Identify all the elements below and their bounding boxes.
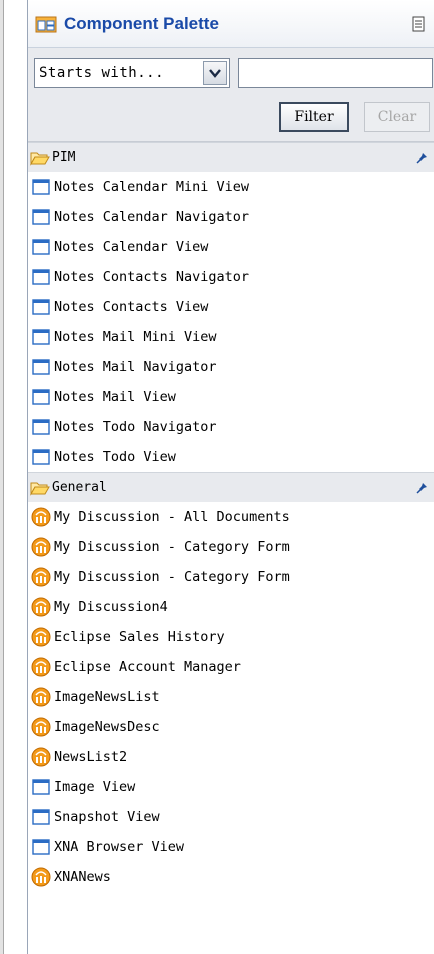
view-window-icon: [31, 177, 51, 197]
view-window-icon: [31, 777, 51, 797]
feed-icon: [31, 747, 51, 767]
list-item[interactable]: Eclipse Account Manager: [28, 652, 434, 682]
feed-icon: [31, 507, 51, 527]
item-label: ImageNewsList: [54, 689, 160, 705]
view-menu-icon[interactable]: [410, 15, 428, 33]
palette-titlebar: Component Palette: [28, 0, 434, 48]
feed-icon: [31, 597, 51, 617]
item-label: Image View: [54, 779, 136, 795]
list-item[interactable]: My Discussion - Category Form: [28, 562, 434, 592]
view-window-icon: [31, 267, 51, 287]
list-item[interactable]: Notes Mail View: [28, 382, 434, 412]
item-label: Notes Mail View: [54, 389, 176, 405]
list-item[interactable]: Eclipse Sales History: [28, 622, 434, 652]
filter-text-input[interactable]: [238, 58, 433, 88]
item-label: My Discussion4: [54, 599, 168, 615]
feed-icon: [31, 627, 51, 647]
list-item[interactable]: Notes Calendar Navigator: [28, 202, 434, 232]
category-label: General: [52, 480, 107, 495]
filter-button[interactable]: Filter: [279, 102, 349, 132]
left-editor-edge: [0, 0, 4, 954]
list-item[interactable]: Notes Contacts View: [28, 292, 434, 322]
item-label: My Discussion - Category Form: [54, 539, 290, 555]
list-item[interactable]: Snapshot View: [28, 802, 434, 832]
view-window-icon: [31, 297, 51, 317]
component-palette: Component Palette Starts with... Filter …: [27, 0, 434, 954]
list-item[interactable]: Notes Todo Navigator: [28, 412, 434, 442]
list-item[interactable]: Notes Todo View: [28, 442, 434, 472]
folder-open-icon: [29, 479, 51, 497]
view-window-icon: [31, 237, 51, 257]
list-item[interactable]: Notes Mail Navigator: [28, 352, 434, 382]
item-label: Eclipse Sales History: [54, 629, 225, 645]
item-label: Notes Calendar Navigator: [54, 209, 250, 225]
view-window-icon: [31, 387, 51, 407]
chevron-down-icon[interactable]: [203, 61, 227, 85]
list-item[interactable]: ImageNewsList: [28, 682, 434, 712]
item-label: ImageNewsDesc: [54, 719, 160, 735]
category-general-header[interactable]: General: [28, 472, 434, 502]
filter-bar: Starts with... Filter Clear: [28, 48, 434, 142]
item-label: Notes Calendar Mini View: [54, 179, 250, 195]
item-label: Notes Contacts View: [54, 299, 209, 315]
feed-icon: [31, 867, 51, 887]
list-item[interactable]: XNANews: [28, 862, 434, 892]
list-item[interactable]: My Discussion4: [28, 592, 434, 622]
list-item[interactable]: ImageNewsDesc: [28, 712, 434, 742]
folder-open-icon: [29, 149, 51, 167]
category-pim-header[interactable]: PIM: [28, 142, 434, 172]
match-mode-select[interactable]: Starts with...: [34, 58, 230, 88]
item-label: Notes Contacts Navigator: [54, 269, 250, 285]
item-label: XNANews: [54, 869, 111, 885]
feed-icon: [31, 537, 51, 557]
list-item[interactable]: NewsList2: [28, 742, 434, 772]
feed-icon: [31, 657, 51, 677]
pin-icon[interactable]: [414, 480, 430, 496]
view-window-icon: [31, 417, 51, 437]
item-label: NewsList2: [54, 749, 128, 765]
list-item[interactable]: My Discussion - All Documents: [28, 502, 434, 532]
feed-icon: [31, 567, 51, 587]
view-window-icon: [31, 837, 51, 857]
item-label: Notes Mail Mini View: [54, 329, 217, 345]
palette-title: Component Palette: [64, 13, 219, 33]
item-label: My Discussion - All Documents: [54, 509, 290, 525]
view-window-icon: [31, 447, 51, 467]
list-item[interactable]: Notes Calendar Mini View: [28, 172, 434, 202]
view-window-icon: [31, 327, 51, 347]
view-window-icon: [31, 807, 51, 827]
item-label: Snapshot View: [54, 809, 160, 825]
match-mode-value: Starts with...: [39, 65, 165, 81]
item-label: Eclipse Account Manager: [54, 659, 241, 675]
category-pim-list: Notes Calendar Mini View Notes Calendar …: [28, 172, 434, 472]
clear-button[interactable]: Clear: [364, 102, 430, 132]
item-label: Notes Todo Navigator: [54, 419, 217, 435]
pin-icon[interactable]: [414, 150, 430, 166]
list-item[interactable]: XNA Browser View: [28, 832, 434, 862]
item-label: XNA Browser View: [54, 839, 185, 855]
item-label: My Discussion - Category Form: [54, 569, 290, 585]
item-label: Notes Todo View: [54, 449, 176, 465]
item-label: Notes Mail Navigator: [54, 359, 217, 375]
category-general-list: My Discussion - All Documents My Discuss…: [28, 502, 434, 892]
list-item[interactable]: Notes Contacts Navigator: [28, 262, 434, 292]
palette-icon: [34, 14, 58, 34]
view-window-icon: [31, 207, 51, 227]
list-item[interactable]: Image View: [28, 772, 434, 802]
feed-icon: [31, 717, 51, 737]
list-item[interactable]: Notes Mail Mini View: [28, 322, 434, 352]
list-item[interactable]: Notes Calendar View: [28, 232, 434, 262]
feed-icon: [31, 687, 51, 707]
item-label: Notes Calendar View: [54, 239, 209, 255]
view-window-icon: [31, 357, 51, 377]
category-label: PIM: [52, 150, 76, 165]
list-item[interactable]: My Discussion - Category Form: [28, 532, 434, 562]
